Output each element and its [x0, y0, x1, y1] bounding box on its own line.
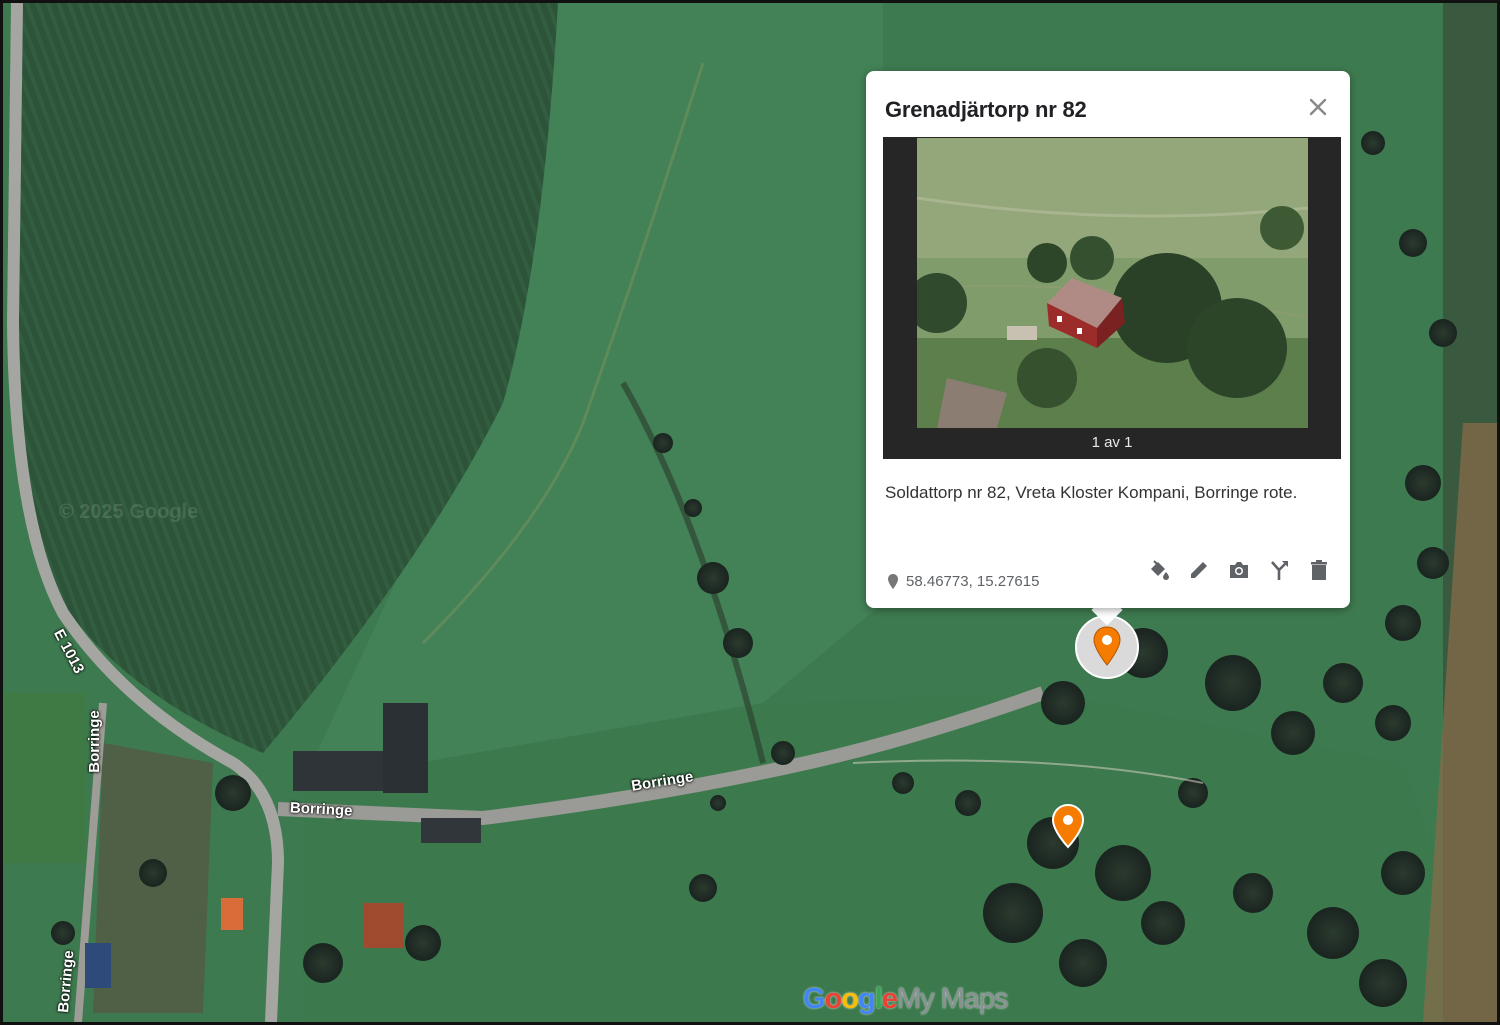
close-icon [1309, 98, 1327, 116]
trash-icon [1311, 560, 1327, 580]
directions-button[interactable] [1266, 557, 1292, 583]
road-label-borringe-vertical: Borringe [85, 710, 103, 773]
feature-info-popup: Grenadjärtorp nr 82 1 av 1 Soldattorp nr… [866, 71, 1350, 608]
photo-counter: 1 av 1 [1091, 434, 1133, 451]
map-pin-icon [1051, 803, 1085, 849]
google-my-maps-logo: GoogleMy Maps [803, 983, 1009, 1015]
add-photo-button[interactable] [1226, 557, 1252, 583]
copyright-watermark: © 2025 Google [59, 501, 199, 523]
coordinates-text: 58.46773, 15.27615 [906, 573, 1040, 590]
coordinates: 58.46773, 15.27615 [888, 573, 1039, 590]
paint-bucket-icon [1151, 560, 1169, 580]
style-button[interactable] [1146, 557, 1172, 583]
pencil-icon [1191, 562, 1207, 578]
close-button[interactable] [1306, 95, 1330, 119]
popup-title: Grenadjärtorp nr 82 [885, 97, 1087, 122]
delete-button[interactable] [1306, 557, 1332, 583]
photo-viewer[interactable]: 1 av 1 [883, 137, 1341, 459]
directions-fork-icon [1271, 561, 1288, 580]
camera-icon [1230, 562, 1248, 578]
road-label-borringe-west: Borringe [289, 799, 353, 820]
map-marker[interactable] [1049, 803, 1087, 849]
feature-description: Soldattorp nr 82, Vreta Kloster Kompani,… [885, 483, 1298, 502]
location-pin-icon [888, 573, 898, 589]
place-photo[interactable] [917, 138, 1308, 428]
map-window: E 1013 Borringe Borringe Borringe Borrin… [0, 0, 1500, 1025]
edit-button[interactable] [1186, 557, 1212, 583]
popup-actions [1146, 557, 1332, 583]
aerial-photo-cottage [917, 138, 1308, 428]
